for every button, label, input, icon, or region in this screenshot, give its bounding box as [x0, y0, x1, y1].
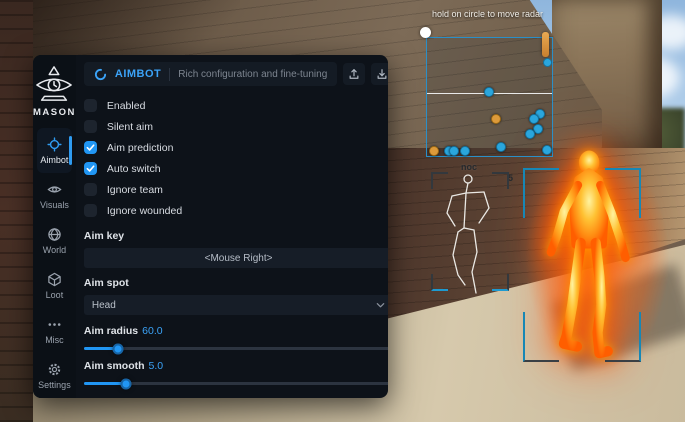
panel-header: AIMBOT Rich configuration and fine-tunin…	[84, 62, 337, 86]
slider-track[interactable]	[84, 347, 388, 350]
slider-group: Aim radius60.0 Aim smooth5.0	[84, 315, 388, 389]
panel-subtitle: Rich configuration and fine-tuning	[178, 69, 327, 80]
player-indicator-dot	[543, 58, 552, 67]
toggle-label: Aim prediction	[107, 142, 174, 154]
slider-aim-radius: Aim radius60.0	[84, 325, 388, 350]
bracket-corner	[523, 312, 559, 362]
slider-knob[interactable]	[120, 378, 131, 389]
radar-dot-blue	[529, 114, 539, 124]
skeleton-esp	[428, 168, 516, 298]
gear-icon	[47, 362, 62, 377]
cheat-menu-window: MASON Aimbot Visuals World Loot Misc Settings…	[33, 55, 388, 398]
left-brick-wall	[0, 0, 33, 422]
sidebar-item-misc[interactable]: Misc	[37, 308, 72, 353]
checkbox-auto-switch[interactable]	[84, 162, 97, 175]
radar-dot-blue	[460, 146, 470, 156]
toggle-row-ignore-team[interactable]: Ignore team	[84, 179, 388, 200]
toggle-label: Ignore wounded	[107, 205, 182, 217]
mason-logo-icon	[33, 65, 75, 103]
aim-spot-value: Head	[92, 300, 376, 311]
sidebar-item-world[interactable]: World	[37, 218, 72, 263]
crosshair-icon	[47, 137, 62, 152]
toggle-row-silent-aim[interactable]: Silent aim	[84, 116, 388, 137]
toggle-label: Silent aim	[107, 121, 153, 133]
radar-dot-blue	[449, 146, 459, 156]
panel-title: AIMBOT	[115, 68, 161, 80]
toggle-label: Enabled	[107, 100, 146, 112]
loot-indicator-bar	[542, 32, 549, 57]
globe-icon	[47, 227, 62, 242]
toggle-label: Auto switch	[107, 163, 161, 175]
radar-dot-blue	[484, 87, 494, 97]
slider-knob[interactable]	[112, 343, 123, 354]
sidebar: MASON Aimbot Visuals World Loot Misc Settings	[33, 55, 76, 398]
sidebar-item-settings[interactable]: Settings	[37, 353, 72, 398]
chevron-down-icon	[376, 301, 385, 310]
aim-spot-dropdown[interactable]: Head	[84, 295, 388, 315]
aim-key-button[interactable]: <Mouse Right>	[84, 248, 388, 268]
export-config-button[interactable]	[343, 63, 365, 85]
sidebar-item-label: Settings	[38, 380, 71, 390]
slider-label: Aim smooth5.0	[84, 360, 388, 372]
toggle-row-auto-switch[interactable]: Auto switch	[84, 158, 388, 179]
bracket-corner	[605, 312, 641, 362]
slider-value: 60.0	[142, 325, 162, 337]
sidebar-item-label: Loot	[46, 290, 64, 300]
screenshot-root: hold on circle to move radar noc 5	[0, 0, 685, 422]
sidebar-item-label: Visuals	[40, 200, 69, 210]
aim-key-label: Aim key	[84, 230, 388, 242]
toggle-row-aim-prediction[interactable]: Aim prediction	[84, 137, 388, 158]
header-divider	[169, 68, 170, 81]
upload-icon	[348, 68, 360, 80]
sidebar-item-label: Misc	[45, 335, 64, 345]
toggle-row-ignore-wounded[interactable]: Ignore wounded	[84, 200, 388, 221]
brand-name: MASON	[33, 107, 76, 118]
toggle-row-enabled[interactable]: Enabled	[84, 95, 388, 116]
download-icon	[376, 68, 388, 80]
slider-aim-smooth: Aim smooth5.0	[84, 360, 388, 385]
sidebar-item-visuals[interactable]: Visuals	[37, 173, 72, 218]
sidebar-item-aimbot[interactable]: Aimbot	[37, 128, 72, 173]
dots-icon	[47, 317, 62, 332]
bracket-corner	[523, 168, 559, 218]
checkmark-icon	[86, 164, 95, 173]
checkbox-aim-prediction[interactable]	[84, 141, 97, 154]
checkbox-silent-aim[interactable]	[84, 120, 97, 133]
radar[interactable]	[426, 37, 553, 157]
radar-dot-orange	[429, 146, 439, 156]
toggle-label: Ignore team	[107, 184, 163, 196]
checkbox-enabled[interactable]	[84, 99, 97, 112]
sidebar-item-label: World	[43, 245, 66, 255]
sidebar-nav: Aimbot Visuals World Loot Misc Settings	[33, 128, 76, 398]
checkbox-ignore-wounded[interactable]	[84, 204, 97, 217]
sidebar-item-loot[interactable]: Loot	[37, 263, 72, 308]
radar-hint-text: hold on circle to move radar	[432, 9, 592, 19]
checkbox-ignore-team[interactable]	[84, 183, 97, 196]
slider-label: Aim radius60.0	[84, 325, 388, 337]
aim-spot-label: Aim spot	[84, 277, 388, 289]
slider-value: 5.0	[149, 360, 164, 372]
eye-icon	[47, 182, 62, 197]
toggle-list: Enabled Silent aim Aim prediction Auto swit…	[84, 95, 388, 221]
slider-track[interactable]	[84, 382, 388, 385]
checkmark-icon	[86, 143, 95, 152]
import-config-button[interactable]	[371, 63, 388, 85]
spinner-icon	[94, 68, 107, 81]
sidebar-item-label: Aimbot	[40, 155, 68, 165]
radar-drag-handle[interactable]	[420, 27, 431, 38]
radar-dot-blue	[496, 142, 506, 152]
radar-dot-blue	[542, 145, 552, 155]
aimbot-panel: AIMBOT Rich configuration and fine-tunin…	[76, 55, 388, 398]
radar-dot-orange	[491, 114, 501, 124]
cube-icon	[47, 272, 62, 287]
bracket-corner	[605, 168, 641, 218]
radar-dot-blue	[525, 129, 535, 139]
player-esp-box	[523, 168, 641, 362]
